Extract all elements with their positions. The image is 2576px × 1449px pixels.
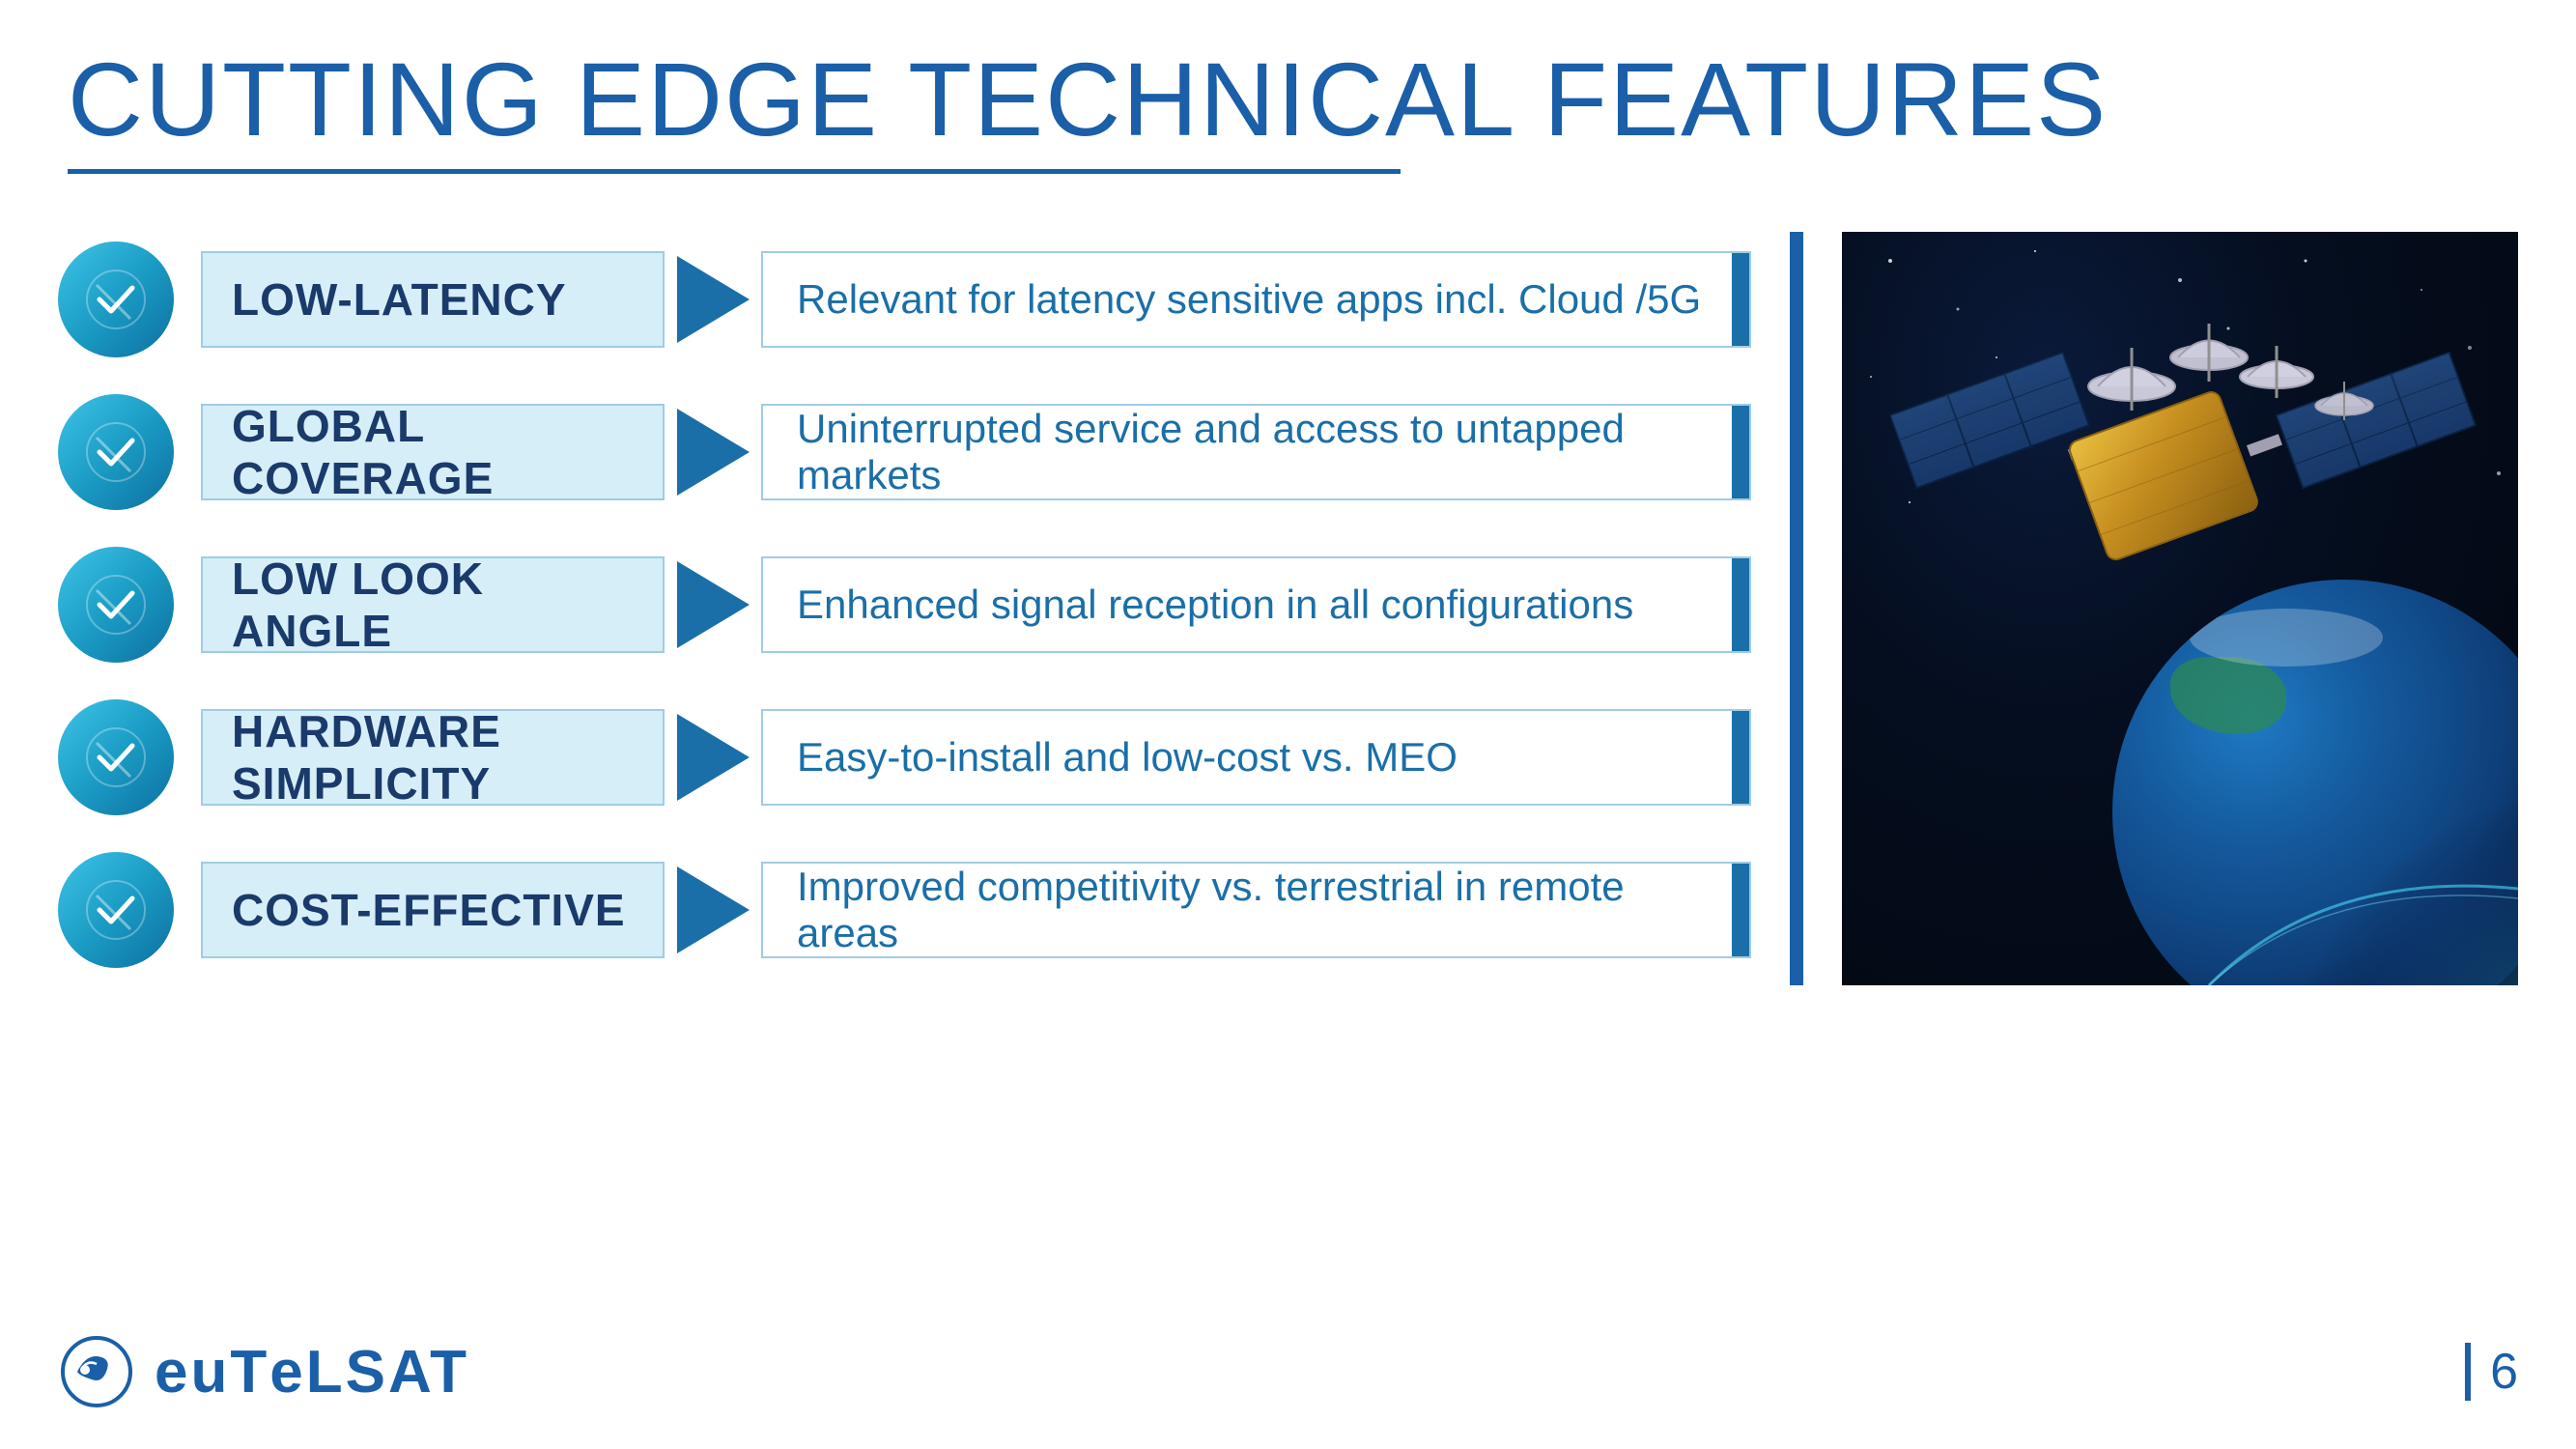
description-box-hardware-simplicity: Easy-to-install and low-cost vs. MEO	[761, 709, 1751, 806]
checkmark-icon-4	[82, 724, 150, 791]
feature-label-box-global-coverage: GLOBAL COVERAGE	[201, 404, 665, 500]
feature-label-cost-effective: COST-EFFECTIVE	[232, 884, 626, 936]
feature-label-low-look-angle: LOW LOOK ANGLE	[232, 553, 634, 657]
feature-row-hardware-simplicity: HARDWARE SIMPLICITY Easy-to-install and …	[58, 699, 1751, 815]
arrow-right-2	[677, 409, 750, 496]
description-box-global-coverage: Uninterrupted service and access to unta…	[761, 404, 1751, 500]
feature-row-low-look-angle: LOW LOOK ANGLE Enhanced signal reception…	[58, 547, 1751, 663]
page-title: CUTTING EDGE TECHNICAL FEATURES	[58, 39, 2518, 159]
feature-row-global-coverage: GLOBAL COVERAGE Uninterrupted service an…	[58, 394, 1751, 510]
description-box-cost-effective: Improved competitivity vs. terrestrial i…	[761, 862, 1751, 958]
arrow-container-4	[665, 714, 761, 801]
feature-label-low-latency: LOW-LATENCY	[232, 273, 567, 326]
feature-label-box-cost-effective: COST-EFFECTIVE	[201, 862, 665, 958]
main-layout: LOW-LATENCY Relevant for latency sensiti…	[58, 242, 2518, 985]
feature-label-global-coverage: GLOBAL COVERAGE	[232, 400, 634, 504]
arrow-container-5	[665, 867, 761, 953]
circle-icon-hardware-simplicity	[58, 699, 174, 815]
page-number-container: 6	[2465, 1343, 2518, 1401]
feature-label-box-low-latency: LOW-LATENCY	[201, 251, 665, 348]
arrow-right-3	[677, 561, 750, 648]
page-separator	[2465, 1343, 2471, 1401]
page-container: CUTTING EDGE TECHNICAL FEATURES LOW-LATE…	[0, 0, 2576, 1449]
earth-glow-svg	[2132, 696, 2518, 985]
circle-icon-low-look-angle	[58, 547, 174, 663]
circle-icon-cost-effective	[58, 852, 174, 968]
satellite-svg	[1861, 261, 2489, 744]
feature-label-hardware-simplicity: HARDWARE SIMPLICITY	[232, 705, 634, 810]
page-number: 6	[2490, 1343, 2518, 1401]
description-text-hardware-simplicity: Easy-to-install and low-cost vs. MEO	[797, 734, 1458, 781]
description-text-low-look-angle: Enhanced signal reception in all configu…	[797, 582, 1633, 628]
arrow-right-5	[677, 867, 750, 953]
circle-icon-global-coverage	[58, 394, 174, 510]
description-text-low-latency: Relevant for latency sensitive apps incl…	[797, 276, 1701, 323]
description-box-low-latency: Relevant for latency sensitive apps incl…	[761, 251, 1751, 348]
arrow-container-3	[665, 561, 761, 648]
arrow-container-1	[665, 256, 761, 343]
feature-label-box-hardware-simplicity: HARDWARE SIMPLICITY	[201, 709, 665, 806]
vertical-separator	[1790, 232, 1803, 985]
arrow-right-1	[677, 256, 750, 343]
satellite-image-section	[1842, 232, 2518, 985]
description-text-global-coverage: Uninterrupted service and access to unta…	[797, 406, 1715, 498]
checkmark-icon-5	[82, 876, 150, 944]
feature-row-low-latency: LOW-LATENCY Relevant for latency sensiti…	[58, 242, 1751, 357]
arrow-right-4	[677, 714, 750, 801]
arrow-container-2	[665, 409, 761, 496]
footer: euTeLSAT 6	[0, 1333, 2576, 1410]
eutelsat-logo-icon	[58, 1333, 135, 1410]
features-section: LOW-LATENCY Relevant for latency sensiti…	[58, 242, 1790, 968]
title-underline	[68, 169, 1401, 174]
logo-container: euTeLSAT	[58, 1333, 469, 1410]
description-box-low-look-angle: Enhanced signal reception in all configu…	[761, 556, 1751, 653]
feature-row-cost-effective: COST-EFFECTIVE Improved competitivity vs…	[58, 852, 1751, 968]
checkmark-icon-3	[82, 571, 150, 639]
description-text-cost-effective: Improved competitivity vs. terrestrial i…	[797, 864, 1715, 956]
circle-icon-low-latency	[58, 242, 174, 357]
satellite-image	[1842, 232, 2518, 985]
checkmark-icon-2	[82, 418, 150, 486]
feature-label-box-low-look-angle: LOW LOOK ANGLE	[201, 556, 665, 653]
eutelsat-logo-text: euTeLSAT	[155, 1338, 469, 1406]
checkmark-icon	[82, 266, 150, 333]
